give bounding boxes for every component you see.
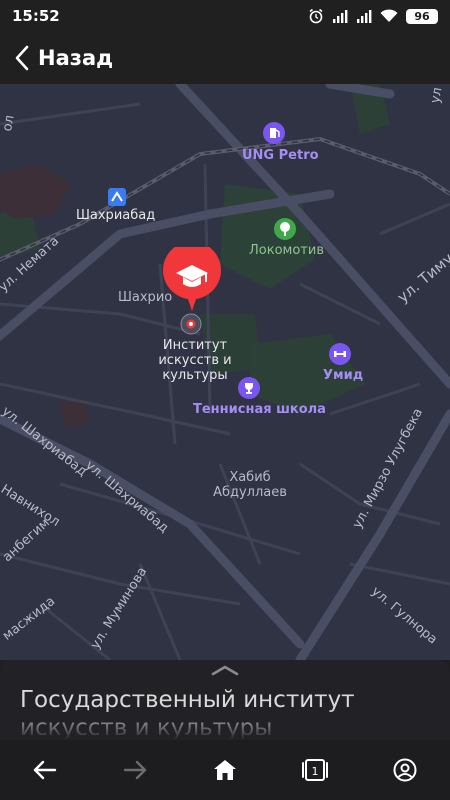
place-card[interactable]: Государственный институт искусств и куль… xyxy=(0,660,450,740)
label-tennis[interactable]: Теннисная школа xyxy=(193,402,326,417)
nav-home-button[interactable] xyxy=(195,740,255,800)
back-arrow-icon xyxy=(33,760,57,780)
label-edge-ul: ул xyxy=(428,86,446,105)
chevron-left-icon xyxy=(15,45,29,71)
label-lokomotiv[interactable]: Локомотив xyxy=(249,243,324,258)
label-shakhriabad-station[interactable]: Шахриабад xyxy=(76,208,155,223)
nav-profile-button[interactable] xyxy=(375,740,435,800)
label-habib: Хабиб Абдуллаев xyxy=(213,470,287,500)
top-bar: Назад xyxy=(0,32,450,84)
label-institute[interactable]: Институт искусств и культуры xyxy=(150,338,240,383)
status-icons: 96 xyxy=(308,8,438,24)
forward-arrow-icon xyxy=(123,760,147,780)
fuel-icon[interactable] xyxy=(263,122,285,144)
signal-icon xyxy=(333,10,348,23)
park-icon[interactable] xyxy=(274,218,296,240)
chevron-up-icon[interactable] xyxy=(210,664,240,676)
bottom-nav: 1 xyxy=(0,740,450,800)
home-icon xyxy=(214,760,236,780)
battery-icon: 96 xyxy=(406,8,438,24)
label-ung-petro[interactable]: UNG Petro xyxy=(242,148,319,163)
status-bar: 15:52 96 xyxy=(0,0,450,32)
status-time: 15:52 xyxy=(12,7,60,25)
nav-back-button[interactable] xyxy=(15,740,75,800)
trophy-icon[interactable] xyxy=(238,377,260,399)
back-label: Назад xyxy=(38,46,114,70)
tab-count: 1 xyxy=(312,765,319,778)
back-button[interactable]: Назад xyxy=(0,32,113,84)
tabs-icon: 1 xyxy=(302,759,328,781)
gym-icon[interactable] xyxy=(329,343,351,365)
wifi-icon xyxy=(380,9,398,22)
label-shakhrio: Шахрио xyxy=(118,290,173,305)
signal-icon xyxy=(357,10,372,23)
sheet-fade xyxy=(0,708,450,740)
map-view[interactable]: UNG Petro Шахриабад Локомотив ул. Немата… xyxy=(0,84,450,660)
label-umid[interactable]: Умид xyxy=(323,368,363,383)
label-edge-ol: ол xyxy=(0,113,18,133)
alarm-icon xyxy=(309,8,323,24)
location-marker-icon[interactable] xyxy=(180,313,202,335)
profile-icon xyxy=(393,758,417,782)
nav-forward-button[interactable] xyxy=(105,740,165,800)
metro-icon[interactable] xyxy=(108,188,126,206)
nav-tabs-button[interactable]: 1 xyxy=(285,740,345,800)
